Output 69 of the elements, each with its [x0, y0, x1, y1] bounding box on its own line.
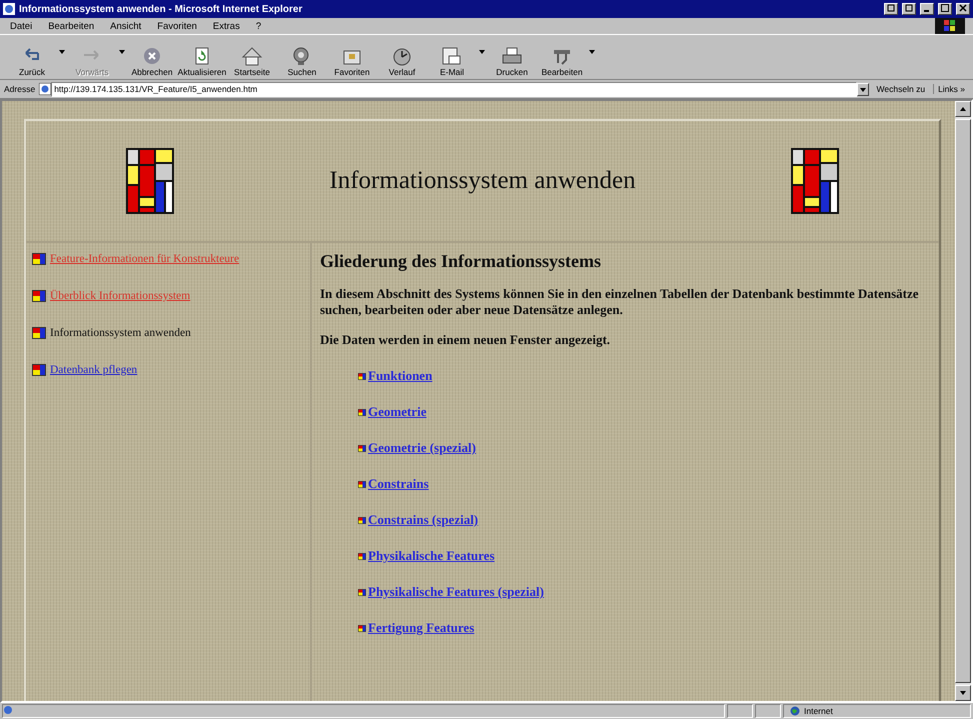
bullet-icon	[358, 372, 366, 380]
content-link[interactable]: Physikalische Features	[368, 548, 495, 564]
bullet-icon	[32, 253, 46, 265]
bullet-icon	[358, 624, 366, 632]
section-heading: Gliederung des Informationssystems	[320, 251, 602, 272]
menu-item[interactable]: Bearbeiten	[46, 20, 96, 32]
toolbar-button[interactable]: Bearbeiten	[538, 43, 586, 79]
content-link[interactable]: Fertigung Features	[368, 620, 474, 636]
content-link[interactable]: Physikalische Features (spezial)	[368, 584, 544, 600]
address-label: Adresse	[4, 84, 36, 94]
maximize-icon	[941, 4, 949, 12]
menu-item[interactable]: Extras	[210, 20, 242, 32]
paragraph: In diesem Abschnitt des Systems können Sie in den einzelnen Tabellen der Datenbank bestimmte Datensätze suchen, bearbeiten oder aber neue Datensätze anlegen.	[320, 286, 920, 318]
zone-label: Internet	[804, 706, 833, 716]
window-title: Informationssystem anwenden - Microsoft Internet Explorer	[19, 4, 304, 14]
content-link[interactable]: Geometrie	[368, 404, 426, 420]
toolbar-button[interactable]: Favoriten	[328, 43, 376, 79]
bullet-icon	[32, 364, 46, 376]
menu-item[interactable]: Ansicht	[108, 20, 144, 32]
browser-icon	[3, 3, 15, 15]
go-button[interactable]: Wechseln zu	[872, 84, 930, 94]
toolbar-button[interactable]: Suchen	[278, 43, 326, 79]
page-icon	[3, 705, 13, 715]
content-link[interactable]: Constrains (spezial)	[368, 512, 478, 528]
close-icon	[959, 4, 967, 12]
toolbar-button[interactable]: Drucken	[488, 43, 536, 79]
tile-button[interactable]	[884, 3, 898, 15]
home-icon	[240, 45, 264, 67]
sidebar-item: Informationssystem anwenden	[50, 327, 191, 339]
content-link[interactable]: Geometrie (spezial)	[368, 440, 476, 456]
scrollbar[interactable]	[955, 101, 971, 701]
down-arrow-icon[interactable]	[959, 690, 967, 696]
logo-icon	[126, 148, 174, 214]
up-arrow-icon[interactable]	[959, 106, 967, 112]
minimize-button[interactable]	[920, 3, 934, 15]
page-icon	[39, 83, 52, 95]
bullet-icon	[32, 327, 46, 339]
bullet-icon	[358, 408, 366, 416]
content-link[interactable]: Funktionen	[368, 368, 432, 384]
close-button[interactable]	[956, 3, 970, 15]
logo-icon	[791, 148, 839, 214]
toolbar-button[interactable]: Startseite	[228, 43, 276, 79]
caret-icon[interactable]	[478, 49, 486, 55]
bullet-icon	[358, 444, 366, 452]
globe-icon	[790, 706, 800, 716]
dropdown-button[interactable]	[856, 82, 869, 96]
bullet-icon	[358, 552, 366, 560]
content-link[interactable]: Constrains	[368, 476, 429, 492]
caret-icon[interactable]	[58, 49, 66, 55]
toolbar-button[interactable]: Abbrechen	[128, 43, 176, 79]
bullet-icon	[358, 480, 366, 488]
bullet-icon	[358, 588, 366, 596]
bullet-icon	[32, 290, 46, 302]
windows-logo-icon	[935, 18, 965, 34]
caret-icon[interactable]	[588, 49, 596, 55]
toolbar-button[interactable]: E-Mail	[428, 43, 476, 79]
links-button[interactable]: Links »	[933, 84, 969, 94]
split-button[interactable]	[902, 3, 916, 15]
menu-item[interactable]: Datei	[8, 20, 34, 32]
menu-item[interactable]: Favoriten	[155, 20, 199, 32]
toolbar-button[interactable]: Zurück	[8, 43, 56, 79]
toolbar-button[interactable]: Verlauf	[378, 43, 426, 79]
bullet-icon	[358, 516, 366, 524]
sidebar-link[interactable]: Datenbank pflegen	[50, 364, 138, 376]
paragraph: Die Daten werden in einem neuen Fenster angezeigt.	[320, 332, 612, 348]
toolbar-button[interactable]: Aktualisieren	[178, 43, 226, 79]
page-title: Informationssystem anwenden	[329, 167, 636, 195]
maximize-button[interactable]	[938, 3, 952, 15]
menu-item[interactable]: ?	[254, 20, 264, 32]
